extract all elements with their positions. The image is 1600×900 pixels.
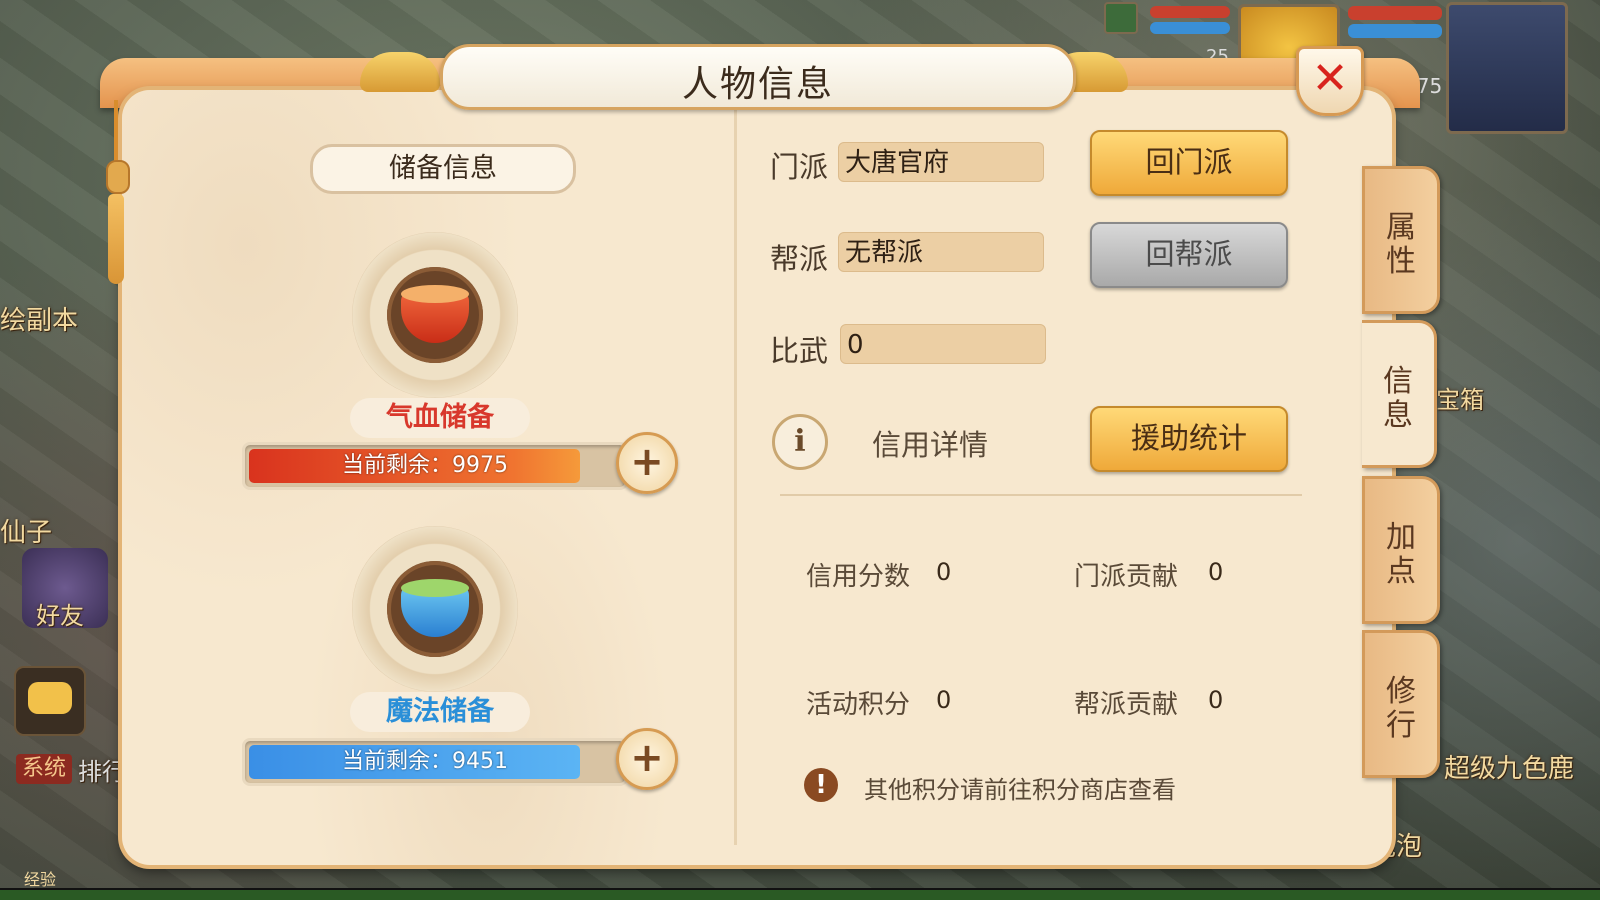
info-icon[interactable]: i (772, 414, 828, 470)
column-divider (734, 105, 737, 845)
activity-points-value: 0 (936, 686, 952, 714)
gang-label: 帮派 (770, 242, 829, 276)
pk-label: 比武 (770, 334, 829, 368)
bg-fairy-label: 仙子 (0, 518, 53, 548)
title-plaque: 人物信息 (440, 44, 1076, 110)
tab-cultivation[interactable]: 修行 (1362, 630, 1440, 778)
gang-contrib-label: 帮派贡献 (1074, 690, 1179, 720)
tab-add-points-label: 加点 (1386, 520, 1416, 589)
gang-contrib-value: 0 (1208, 686, 1224, 714)
player-mp-bar (1348, 24, 1442, 38)
sect-field: 大唐官府 (838, 142, 1044, 182)
hp-storage-label: 气血储备 (350, 398, 530, 438)
close-x-icon: ✕ (1311, 53, 1349, 104)
sect-contrib-label: 门派贡献 (1074, 562, 1179, 592)
assist-stats-button[interactable]: 援助统计 (1090, 406, 1288, 472)
system-tag: 系统 (16, 754, 72, 784)
pet-hp-bar (1150, 6, 1230, 18)
stats-divider (780, 494, 1302, 496)
credit-score-value: 0 (936, 558, 952, 586)
points-shop-note: 其他积分请前往积分商店查看 (864, 776, 1176, 804)
return-sect-button[interactable]: 回门派 (1090, 130, 1288, 196)
mp-bowl-frame (352, 526, 518, 692)
mp-storage-remaining: 当前剩余：9451 (342, 749, 508, 774)
tab-cultivation-label: 修行 (1386, 674, 1416, 743)
storage-section-title: 储备信息 (310, 144, 576, 194)
tassel-knot (106, 160, 130, 194)
close-button[interactable]: ✕ (1296, 46, 1364, 116)
mp-storage-label: 魔法储备 (350, 692, 530, 732)
hp-storage-remaining: 当前剩余：9975 (342, 453, 508, 478)
pet-mp-bar (1150, 22, 1230, 34)
credit-score-label: 信用分数 (806, 562, 911, 592)
xp-label: 经验 (24, 870, 57, 889)
tassel-ornament (104, 100, 130, 285)
player-portrait[interactable] (1446, 2, 1568, 134)
credit-detail-link[interactable]: 信用详情 (872, 422, 988, 464)
chat-button[interactable] (14, 666, 86, 736)
experience-bar (0, 888, 1600, 900)
plus-icon: + (630, 735, 664, 781)
tab-info-label: 信息 (1383, 364, 1413, 433)
return-gang-button[interactable]: 回帮派 (1090, 222, 1288, 288)
tab-info[interactable]: 信息 (1362, 320, 1437, 468)
rank-label[interactable]: 排行 (78, 752, 126, 787)
pk-field: 0 (840, 324, 1046, 364)
tassel-fringe (108, 194, 124, 284)
npc-name-label[interactable]: 超级九色鹿 (1444, 748, 1574, 785)
gang-field: 无帮派 (838, 232, 1044, 272)
mp-storage-bar: 当前剩余：9451 (242, 738, 628, 786)
mp-add-button[interactable]: + (616, 728, 678, 790)
warning-icon: ! (804, 768, 838, 802)
mp-bowl-icon (387, 561, 483, 657)
hp-bowl-frame (352, 232, 518, 398)
hp-bowl-icon (387, 267, 483, 363)
hp-add-button[interactable]: + (616, 432, 678, 494)
hp-storage-bar: 当前剩余：9975 (242, 442, 628, 490)
buff-icon[interactable] (1104, 2, 1138, 34)
hp-bowl-soup (401, 285, 469, 303)
tab-attributes[interactable]: 属性 (1362, 166, 1440, 314)
chat-bubble-icon (28, 682, 72, 714)
friends-label[interactable]: 好友 (36, 596, 84, 631)
activity-points-label: 活动积分 (806, 690, 911, 720)
player-hp-bar (1348, 6, 1442, 20)
plus-icon: + (630, 439, 664, 485)
treasure-box-label[interactable]: 宝箱 (1436, 380, 1484, 415)
tab-attributes-label: 属性 (1386, 210, 1416, 279)
tassel-cord (114, 100, 118, 162)
mp-bowl-soup (401, 579, 469, 597)
bg-dungeon-label[interactable]: 绘副本 (0, 300, 78, 337)
sect-contrib-value: 0 (1208, 558, 1224, 586)
tab-add-points[interactable]: 加点 (1362, 476, 1440, 624)
sect-label: 门派 (770, 150, 829, 184)
window-title: 人物信息 (681, 64, 834, 105)
